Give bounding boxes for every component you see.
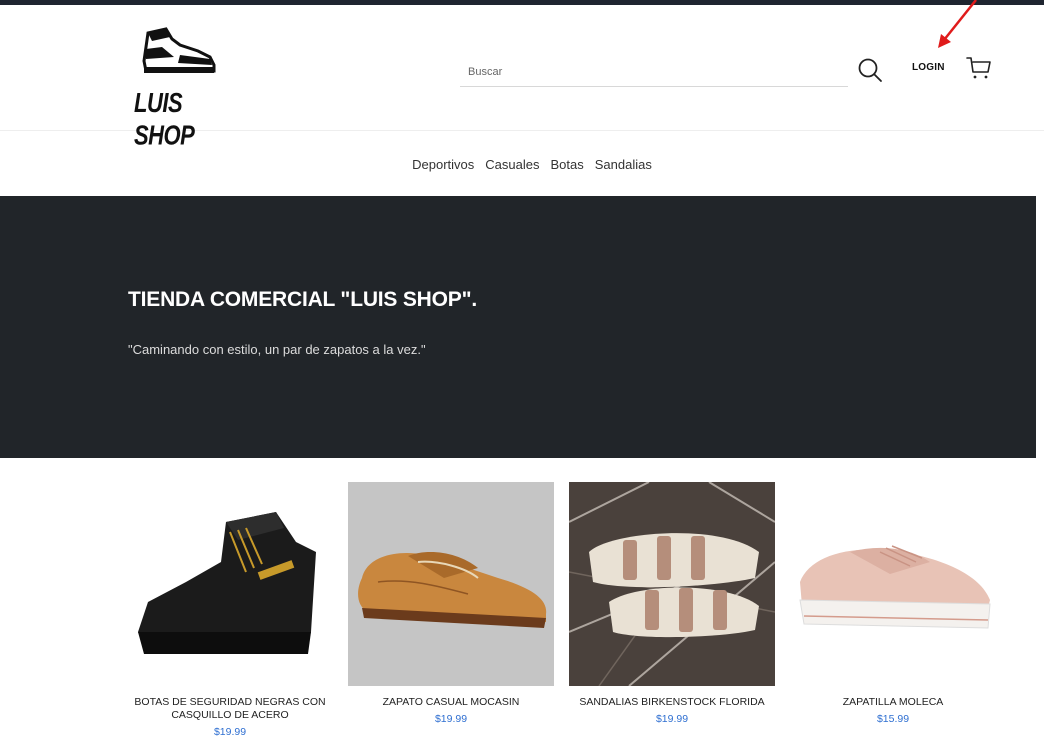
nav-item-botas[interactable]: Botas — [550, 157, 583, 172]
product-name: ZAPATILLA MOLECA — [842, 696, 944, 708]
search-icon — [858, 58, 882, 82]
product-name: ZAPATO CASUAL MOCASIN — [382, 696, 520, 708]
product-card[interactable]: ZAPATILLA MOLECA $15.99 — [790, 482, 996, 725]
hero-title: TIENDA COMERCIAL "LUIS SHOP". — [128, 288, 477, 311]
annotation-arrow-icon — [938, 0, 977, 48]
nav-item-deportivos[interactable]: Deportivos — [412, 157, 474, 172]
product-price: $19.99 — [213, 726, 247, 738]
product-price: $19.99 — [434, 713, 468, 725]
cart-icon — [966, 57, 991, 79]
product-name: SANDALIAS BIRKENSTOCK FLORIDA — [579, 696, 765, 708]
product-image-sandalias[interactable] — [569, 482, 775, 686]
product-price: $19.99 — [655, 713, 689, 725]
site-header: LUIS SHOP LOGIN — [0, 5, 1044, 151]
hero-banner: TIENDA COMERCIAL "LUIS SHOP". "Caminando… — [0, 196, 1036, 458]
product-name: BOTAS DE SEGURIDAD NEGRAS CON CASQUILLO … — [134, 696, 326, 721]
hero-subtitle: "Caminando con estilo, un par de zapatos… — [128, 342, 426, 357]
product-image-mocasin[interactable] — [348, 482, 554, 686]
product-card[interactable]: BOTAS DE SEGURIDAD NEGRAS CON CASQUILLO … — [126, 482, 334, 738]
nav-item-sandalias[interactable]: Sandalias — [595, 157, 652, 172]
product-card[interactable]: ZAPATO CASUAL MOCASIN $19.99 — [348, 482, 554, 725]
product-image-zapatilla[interactable] — [790, 482, 996, 686]
product-card[interactable]: SANDALIAS BIRKENSTOCK FLORIDA $19.99 — [569, 482, 775, 725]
search-input[interactable] — [460, 57, 848, 87]
category-nav: Deportivos Casuales Botas Sandalias — [0, 132, 1044, 196]
brand-logo[interactable]: LUIS SHOP — [132, 27, 232, 151]
cart-button[interactable] — [966, 55, 992, 81]
sneaker-logo-icon — [142, 27, 216, 73]
product-price: $15.99 — [876, 713, 910, 725]
product-image-boots[interactable] — [126, 482, 334, 686]
nav-item-casuales[interactable]: Casuales — [485, 157, 539, 172]
login-link[interactable]: LOGIN — [912, 62, 945, 73]
search-button[interactable] — [857, 57, 883, 83]
